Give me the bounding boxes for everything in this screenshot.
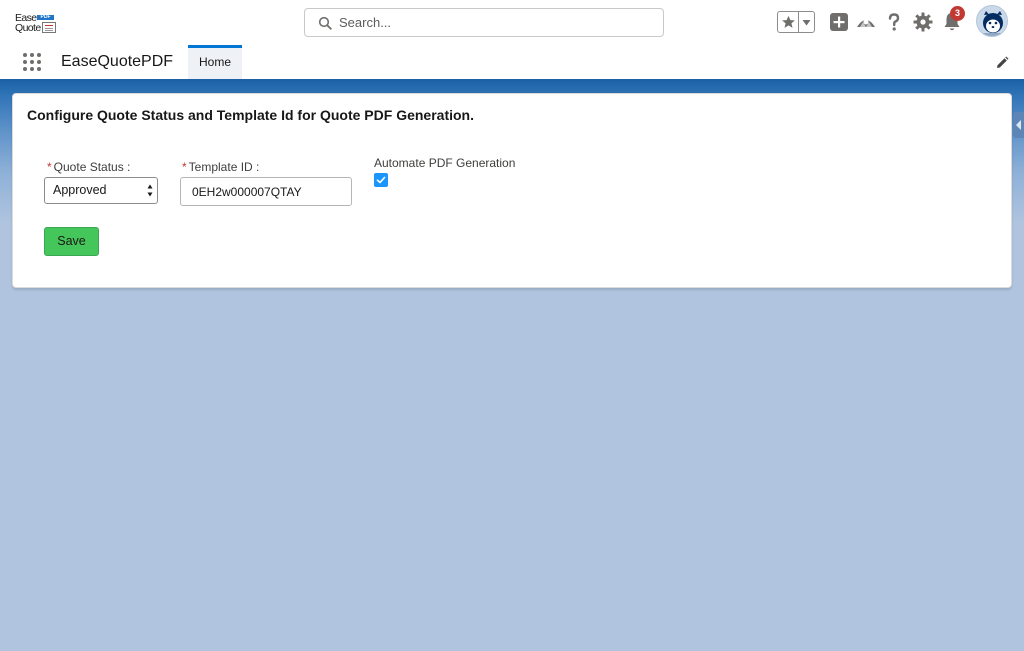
card-title: Configure Quote Status and Template Id f…	[27, 107, 474, 123]
search-input[interactable]	[339, 12, 649, 33]
template-id-label: * Template ID :	[182, 160, 259, 174]
astro-avatar-icon	[978, 7, 1007, 36]
save-button[interactable]: Save	[44, 227, 99, 256]
app-logo[interactable]: Ease Quote PDF	[14, 11, 60, 35]
chevron-left-icon	[1016, 120, 1021, 130]
gear-icon[interactable]	[911, 10, 935, 34]
app-name: EaseQuotePDF	[61, 53, 174, 70]
quote-status-label: * Quote Status :	[47, 160, 130, 174]
automate-pdf-checkbox[interactable]	[374, 173, 388, 187]
required-indicator: *	[47, 160, 52, 174]
global-search[interactable]	[304, 8, 664, 37]
global-header: Ease Quote PDF Search... 3	[0, 0, 1024, 45]
tab-home[interactable]: Home	[188, 45, 242, 79]
config-card: Configure Quote Status and Template Id f…	[12, 93, 1012, 288]
quote-status-value: Approved	[53, 183, 107, 197]
edit-nav-pencil-icon[interactable]	[995, 56, 1009, 70]
template-id-label-text: Template ID :	[188, 160, 260, 174]
avatar[interactable]	[976, 5, 1008, 37]
trailhead-icon[interactable]	[854, 10, 878, 34]
select-arrows-icon	[147, 184, 153, 197]
favorites-divider	[798, 12, 799, 32]
chevron-down-icon[interactable]	[801, 17, 812, 28]
utility-panel-toggle[interactable]	[1013, 112, 1024, 138]
quote-status-label-text: Quote Status :	[53, 160, 131, 174]
search-icon	[318, 16, 332, 30]
logo-text-quote: Quote	[15, 22, 41, 34]
quote-status-select[interactable]: Approved	[44, 177, 158, 204]
favorites-button-group	[777, 11, 815, 33]
app-launcher-icon[interactable]	[23, 53, 42, 72]
logo-document-icon	[42, 22, 56, 33]
add-icon[interactable]	[827, 10, 851, 34]
template-id-input[interactable]	[180, 177, 352, 206]
required-indicator: *	[182, 160, 187, 174]
notification-count-badge: 3	[950, 6, 965, 21]
star-icon[interactable]	[781, 14, 796, 30]
checkmark-icon	[376, 176, 386, 184]
help-icon[interactable]	[882, 10, 906, 34]
logo-pdf-badge: PDF	[37, 15, 54, 20]
automate-pdf-label: Automate PDF Generation	[374, 156, 516, 170]
app-navigation-bar: EaseQuotePDF Home	[0, 45, 1024, 79]
